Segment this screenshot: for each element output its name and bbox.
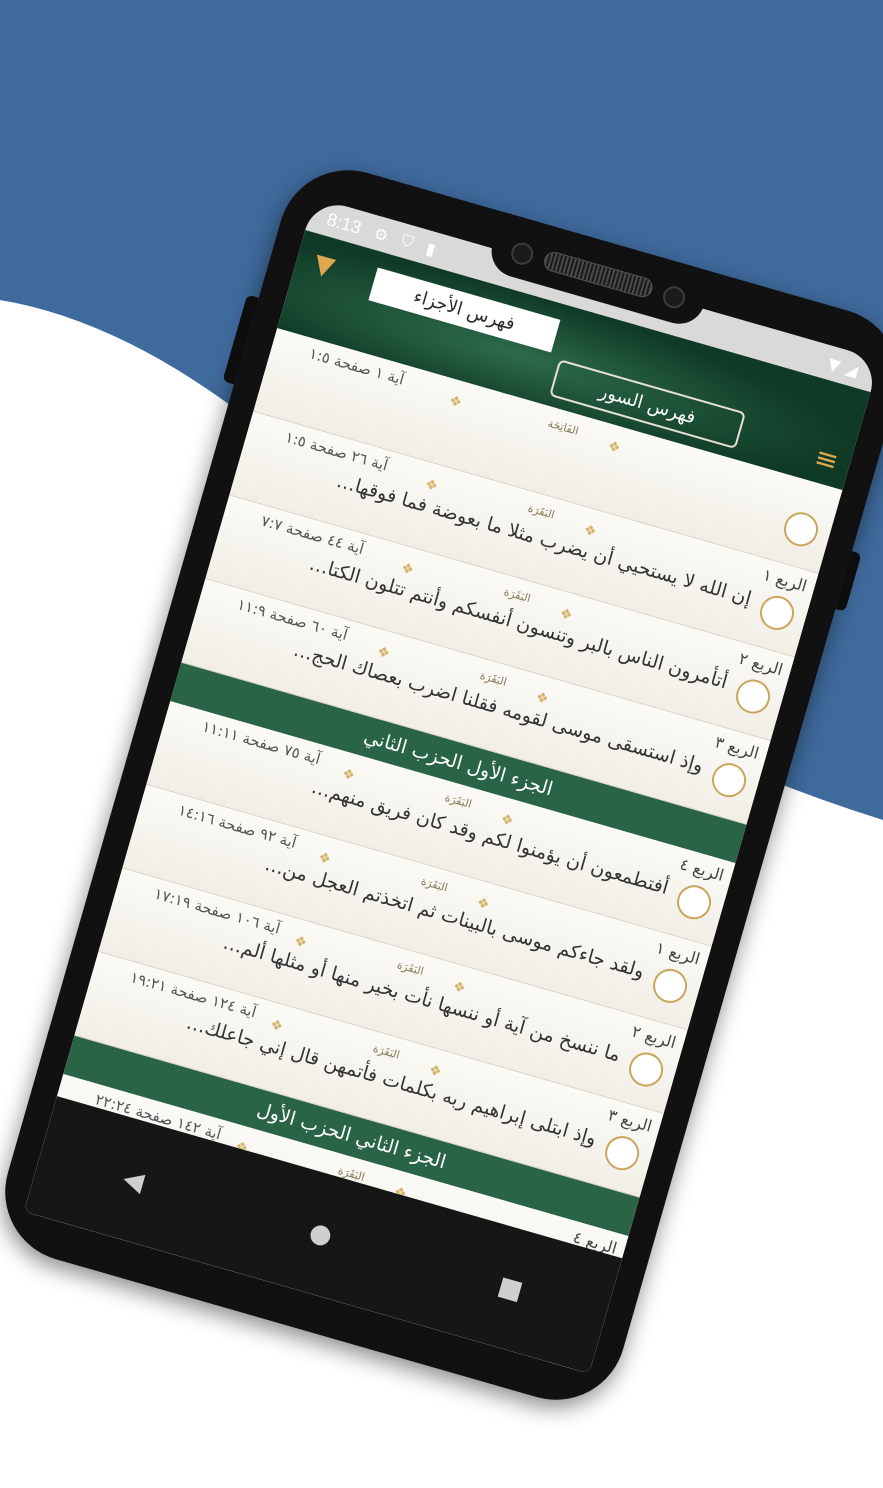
surah-name: البَقَرَة: [526, 501, 557, 522]
surah-name: الفَاتِحَة: [546, 416, 581, 438]
ornament-icon: ❖: [533, 689, 551, 708]
ornament-icon: ❖: [498, 811, 516, 830]
rub-label: الربع ٣: [712, 732, 762, 763]
rub-label: الربع ٢: [629, 1021, 679, 1053]
sd-card-icon: ▮: [424, 238, 438, 259]
shield-icon: ⛉: [399, 230, 416, 252]
quarter-progress-icon: [649, 964, 692, 1007]
ornament-icon: ❖: [268, 1016, 285, 1036]
ornament-icon: ❖: [375, 643, 392, 663]
ornament-icon: ❖: [292, 932, 309, 952]
quarter-progress-icon: [673, 881, 716, 924]
ornament-icon: ❖: [426, 1062, 444, 1081]
rub-label: الربع ٢: [736, 648, 786, 680]
status-time: 8:13: [324, 208, 364, 238]
surah-name: البَقَرَة: [371, 1041, 402, 1062]
gear-icon: ⚙: [371, 223, 391, 246]
quarter-progress-icon: [732, 675, 775, 718]
ornament-icon: ❖: [447, 392, 464, 412]
surah-name: البَقَرَة: [502, 585, 533, 606]
quarter-progress-icon: [708, 759, 751, 802]
quarter-progress-icon: [601, 1132, 644, 1175]
signal-icon: ◢: [843, 358, 861, 380]
surah-name: البَقَرَة: [443, 790, 474, 811]
ornament-icon: ❖: [399, 559, 416, 579]
quarter-progress-icon: [625, 1048, 668, 1091]
ornament-icon: ❖: [474, 894, 492, 914]
recent-square-icon[interactable]: ■: [494, 1271, 526, 1307]
ornament-icon: ❖: [557, 605, 575, 625]
rub-label: الربع ١: [760, 565, 810, 596]
home-circle-icon[interactable]: ●: [306, 1217, 336, 1252]
ornament-icon: ❖: [423, 476, 440, 496]
ornament-icon: ❖: [316, 849, 333, 869]
surah-name: البَقَرَة: [478, 668, 509, 689]
download-arrow-icon[interactable]: ▼: [310, 248, 337, 282]
sensor-icon: [660, 283, 688, 311]
ornament-icon: ❖: [450, 978, 468, 998]
ornament-icon: ❖: [605, 438, 623, 458]
rub-label: الربع ٤: [677, 854, 727, 885]
ornament-icon: ❖: [340, 765, 357, 785]
surah-name: البَقَرَة: [419, 874, 450, 895]
rub-label: الربع ٣: [605, 1105, 655, 1136]
quarter-progress-icon: [779, 508, 823, 551]
front-camera-icon: [508, 240, 536, 268]
back-triangle-icon[interactable]: ◀: [120, 1163, 147, 1197]
surah-name: البَقَرَة: [395, 958, 426, 979]
ornament-icon: ❖: [581, 521, 599, 541]
rub-label: الربع ١: [653, 937, 703, 969]
wifi-icon: ▼: [825, 353, 843, 375]
hamburger-menu-icon[interactable]: ≡: [811, 440, 843, 478]
quarter-progress-icon: [755, 591, 799, 634]
